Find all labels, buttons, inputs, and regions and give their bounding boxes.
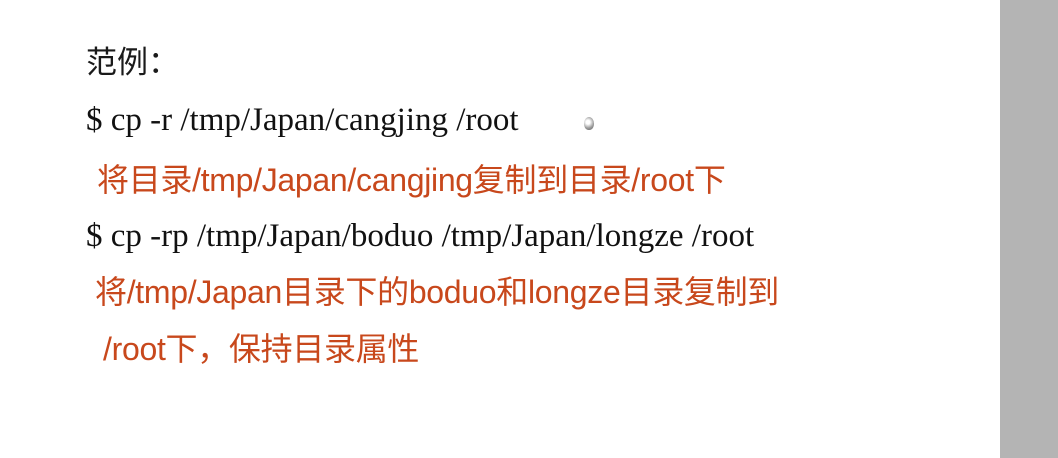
command-note-2-line-2: /root下，保持目录属性 [103, 331, 420, 367]
command-line-2: $ cp -rp /tmp/Japan/boduo /tmp/Japan/lon… [86, 218, 755, 254]
command-line-1: $ cp -r /tmp/Japan/cangjing /root [86, 102, 519, 138]
example-heading: 范例： [86, 45, 179, 81]
command-note-1: 将目录/tmp/Japan/cangjing复制到目录/root下 [97, 162, 726, 198]
side-panel [1000, 0, 1058, 458]
slide-content: 范例： $ cp -r /tmp/Japan/cangjing /root 将目… [0, 0, 1000, 458]
command-note-2-line-1: 将/tmp/Japan目录下的boduo和longze目录复制到 [95, 274, 779, 310]
mouse-pointer-icon [584, 117, 594, 130]
